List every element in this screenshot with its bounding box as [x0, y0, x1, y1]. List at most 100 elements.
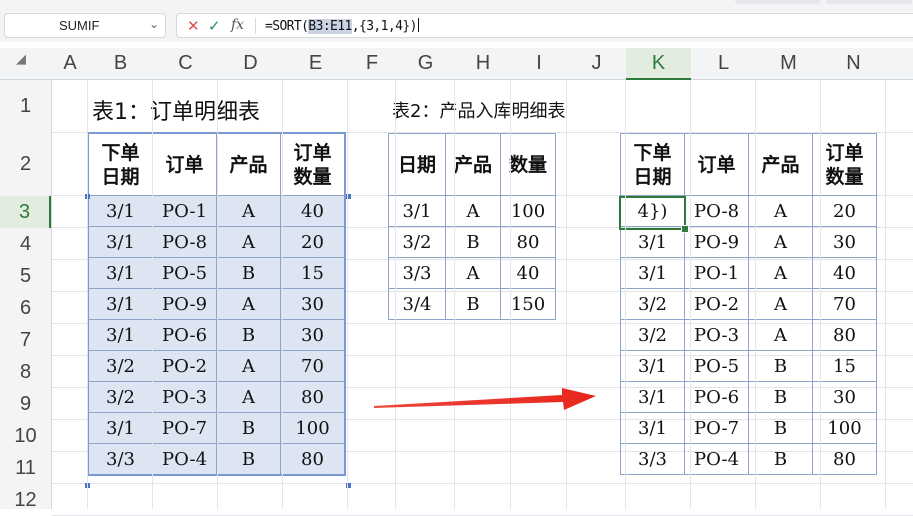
table-cell[interactable]: 30	[280, 319, 345, 351]
table-cell[interactable]: 20	[280, 226, 345, 258]
column-header-l[interactable]: L	[691, 48, 756, 79]
function-icon[interactable]: fx	[231, 17, 244, 33]
table-header-cell[interactable]: 订单 数量	[280, 133, 345, 196]
table-cell[interactable]: 3/1	[620, 412, 685, 444]
table-cell[interactable]: PO-8	[152, 226, 217, 258]
table-cell[interactable]: 3/1	[88, 319, 153, 351]
row-header-7[interactable]: 7	[0, 324, 51, 356]
table-cell[interactable]: 3/2	[620, 288, 685, 320]
table-cell[interactable]: 3/4	[388, 288, 446, 320]
table-cell[interactable]: 15	[280, 257, 345, 289]
table-header-cell[interactable]: 下单 日期	[88, 133, 153, 196]
table-cell[interactable]: A	[748, 288, 813, 320]
table-cell[interactable]: 40	[812, 257, 877, 289]
table-cell[interactable]: 30	[812, 226, 877, 258]
table-cell[interactable]: 3/1	[88, 412, 153, 444]
column-header-i[interactable]: I	[511, 48, 567, 79]
table-cell[interactable]: A	[216, 350, 281, 382]
table-cell[interactable]: PO-9	[684, 226, 749, 258]
table-cell[interactable]: 3/1	[88, 288, 153, 320]
check-icon[interactable]: ✓	[208, 17, 221, 35]
sheet-grid[interactable]: 表1：订单明细表 表2：产品入库明细表 下单 日期 订单 产品 订单 数量 3/1 PO-1 A…	[52, 80, 913, 516]
table-cell[interactable]: PO-7	[684, 412, 749, 444]
table-cell[interactable]: 80	[280, 381, 345, 413]
table-cell[interactable]: 100	[280, 412, 345, 444]
table-cell[interactable]: B	[216, 257, 281, 289]
row-header-10[interactable]: 10	[0, 420, 51, 452]
row-header-9[interactable]: 9	[0, 388, 51, 420]
table-cell[interactable]: B	[748, 381, 813, 413]
table-cell[interactable]: A	[748, 319, 813, 351]
table-cell[interactable]: PO-2	[152, 350, 217, 382]
table-cell[interactable]: 40	[280, 195, 345, 227]
table-header-cell[interactable]: 订单	[152, 133, 217, 196]
table-cell[interactable]: 3/1	[88, 257, 153, 289]
table-cell[interactable]: 3/1	[620, 381, 685, 413]
chevron-down-icon[interactable]: ⌄	[149, 17, 159, 31]
table-cell[interactable]: 15	[812, 350, 877, 382]
column-header-h[interactable]: H	[455, 48, 511, 79]
row-header-3[interactable]: 3	[0, 196, 51, 228]
table-header-cell[interactable]: 订单 数量	[812, 133, 877, 196]
column-header-g[interactable]: G	[396, 48, 455, 79]
table-cell[interactable]: B	[216, 412, 281, 444]
table-cell[interactable]: PO-3	[152, 381, 217, 413]
table-cell[interactable]: 80	[812, 443, 877, 475]
select-all-corner[interactable]: ◢	[0, 48, 52, 79]
table-cell[interactable]: 100	[812, 412, 877, 444]
table-cell[interactable]: 30	[812, 381, 877, 413]
table-cell[interactable]: 3/3	[388, 257, 446, 289]
table-cell[interactable]: 3/1	[620, 257, 685, 289]
table-cell[interactable]: A	[748, 195, 813, 227]
column-header-m[interactable]: M	[756, 48, 821, 79]
table-cell[interactable]: PO-6	[152, 319, 217, 351]
table-cell[interactable]: B	[748, 443, 813, 475]
table-cell[interactable]: B	[216, 319, 281, 351]
column-header-c[interactable]: C	[153, 48, 218, 79]
row-header-12[interactable]: 12	[0, 484, 51, 516]
table-header-cell[interactable]: 数量	[500, 133, 556, 196]
table-cell[interactable]: 80	[500, 226, 556, 258]
table-cell[interactable]: PO-5	[684, 350, 749, 382]
table-cell[interactable]: 4})	[620, 195, 685, 227]
table-cell[interactable]: 150	[500, 288, 556, 320]
fill-handle[interactable]	[681, 225, 689, 233]
table-cell[interactable]: 20	[812, 195, 877, 227]
close-icon[interactable]: ✕	[187, 17, 200, 35]
row-header-6[interactable]: 6	[0, 292, 51, 324]
column-header-b[interactable]: B	[88, 48, 153, 79]
row-header-11[interactable]: 11	[0, 452, 51, 484]
table-cell[interactable]: 3/1	[388, 195, 446, 227]
column-header-a[interactable]: A	[52, 48, 88, 79]
table-cell[interactable]: A	[216, 195, 281, 227]
table-cell[interactable]: A	[748, 226, 813, 258]
row-header-2[interactable]: 2	[0, 133, 51, 196]
table-cell[interactable]: PO-5	[152, 257, 217, 289]
row-header-5[interactable]: 5	[0, 260, 51, 292]
table-cell[interactable]: A	[216, 381, 281, 413]
table-cell[interactable]: 30	[280, 288, 345, 320]
table-header-cell[interactable]: 产品	[216, 133, 281, 196]
table-cell[interactable]: 3/2	[388, 226, 446, 258]
column-header-f[interactable]: F	[348, 48, 396, 79]
table-header-cell[interactable]: 下单 日期	[620, 133, 685, 196]
table-header-cell[interactable]: 产品	[748, 133, 813, 196]
table-cell[interactable]: 3/2	[620, 319, 685, 351]
table-cell[interactable]: PO-8	[684, 195, 749, 227]
table-cell[interactable]: A	[748, 257, 813, 289]
row-header-1[interactable]: 1	[0, 80, 51, 133]
table-cell[interactable]: 3/1	[88, 226, 153, 258]
table-cell[interactable]: A	[216, 288, 281, 320]
table-cell[interactable]: 3/3	[620, 443, 685, 475]
column-header-d[interactable]: D	[218, 48, 283, 79]
table-cell[interactable]: B	[748, 350, 813, 382]
table-cell[interactable]: PO-2	[684, 288, 749, 320]
table-cell[interactable]: PO-7	[152, 412, 217, 444]
row-header-8[interactable]: 8	[0, 356, 51, 388]
formula-input-area[interactable]: ✕ ✓ fx =SORT(B3:E11,{3,1,4})	[176, 13, 913, 38]
table-cell[interactable]: PO-1	[684, 257, 749, 289]
table-cell[interactable]: 3/3	[88, 443, 153, 475]
table-cell[interactable]: PO-4	[152, 443, 217, 475]
table-cell[interactable]: 3/2	[88, 381, 153, 413]
table-cell[interactable]: 70	[280, 350, 345, 382]
